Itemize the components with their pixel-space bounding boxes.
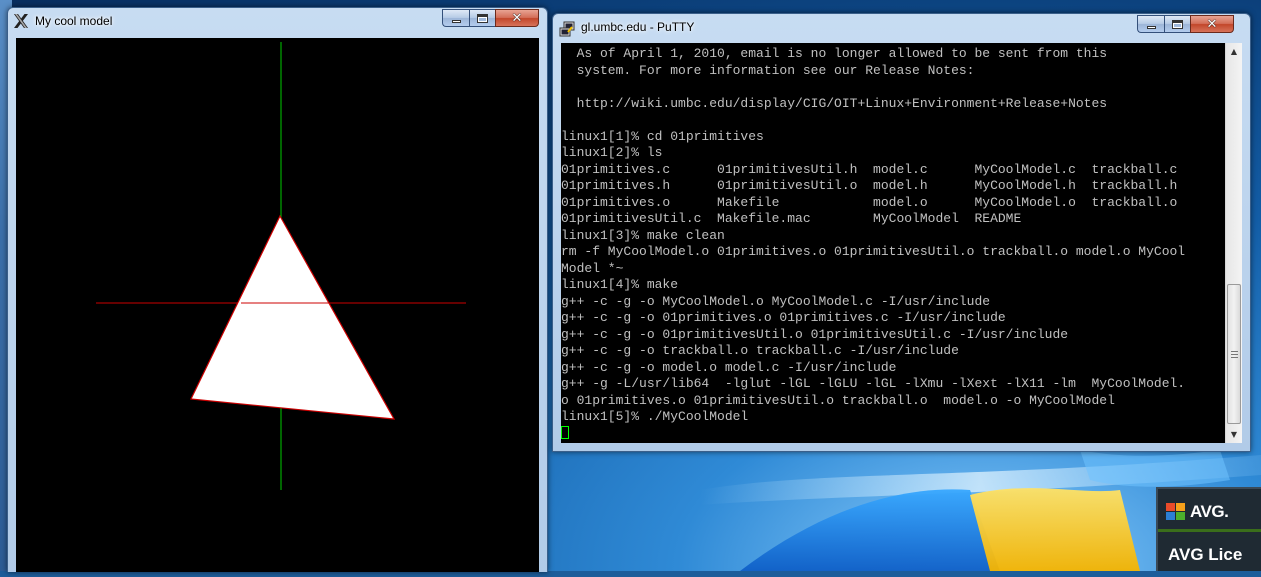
terminal-line: 01primitives.c 01primitivesUtil.h model.… [561, 161, 1178, 177]
gl-maximize-button[interactable] [469, 9, 495, 27]
terminal-line: g++ -c -g -o model.o model.c -I/usr/incl… [561, 359, 897, 375]
terminal-line: system. For more information see our Rel… [561, 62, 975, 78]
close-icon: ✕ [1206, 16, 1218, 32]
putty-titlebar[interactable]: gl.umbc.edu - PuTTY ✕ [553, 14, 1250, 42]
terminal-line: rm -f MyCoolModel.o 01primitives.o 01pri… [561, 244, 1186, 259]
terminal-line: g++ -c -g -o trackball.o trackball.c -I/… [561, 343, 959, 358]
x-window-system-icon [14, 14, 28, 28]
scroll-down-arrow-icon[interactable]: ▼ [1226, 426, 1242, 443]
gl-close-button[interactable]: ✕ [495, 9, 539, 27]
gl-minimize-button[interactable] [442, 9, 469, 27]
terminal-screen[interactable]: As of April 1, 2010, email is no longer … [561, 43, 1225, 443]
terminal-line: linux1[3]% make clean [561, 227, 725, 243]
terminal-line: linux1[2]% ls [561, 145, 663, 160]
terminal-line: 01primitives.h 01primitivesUtil.o model.… [561, 178, 1178, 193]
gl-window-title: My cool model [35, 14, 113, 28]
minimize-icon [451, 19, 461, 23]
gl-window-caption-buttons: ✕ [442, 9, 539, 28]
avg-license-text: AVG Lice [1168, 545, 1243, 564]
terminal-cursor [561, 425, 569, 439]
terminal-line: g++ -g -L/usr/lib64 -lglut -lGL -lGLU -l… [561, 376, 1186, 391]
terminal-line: g++ -c -g -o 01primitivesUtil.o 01primit… [561, 326, 1069, 342]
putty-close-button[interactable]: ✕ [1190, 15, 1234, 33]
white-triangle [190, 214, 396, 420]
maximize-icon [1172, 19, 1183, 29]
scroll-up-arrow-icon[interactable]: ▲ [1226, 43, 1242, 60]
putty-icon [559, 21, 575, 37]
putty-window[interactable]: gl.umbc.edu - PuTTY ✕ As of April 1, 201… [552, 13, 1251, 452]
putty-maximize-button[interactable] [1164, 15, 1190, 33]
gl-window-titlebar[interactable]: My cool model ✕ [8, 8, 547, 36]
avg-brand-label: AVG. [1190, 502, 1229, 521]
terminal-cursor-line [561, 425, 1225, 443]
scrollbar-grip-icon [1231, 351, 1238, 358]
terminal-line: o 01primitives.o 01primitivesUtil.o trac… [561, 392, 1115, 408]
avg-divider [1158, 529, 1261, 532]
terminal-line: 01primitives.o Makefile model.o MyCoolMo… [561, 194, 1178, 210]
terminal-line: http://wiki.umbc.edu/display/CIG/OIT+Lin… [561, 95, 1108, 111]
terminal-line: As of April 1, 2010, email is no longer … [561, 46, 1108, 61]
close-icon: ✕ [511, 10, 523, 26]
putty-minimize-button[interactable] [1137, 15, 1164, 33]
terminal-line: 01primitivesUtil.c Makefile.mac MyCoolMo… [561, 211, 1022, 226]
gl-scene [96, 42, 466, 490]
gl-render-canvas[interactable] [16, 38, 539, 572]
minimize-icon [1146, 25, 1156, 29]
maximize-icon [477, 13, 488, 23]
putty-window-title: gl.umbc.edu - PuTTY [581, 20, 695, 34]
terminal-output: As of April 1, 2010, email is no longer … [561, 46, 1225, 426]
gl-model-window[interactable]: My cool model ✕ [7, 7, 548, 572]
scrollbar-thumb[interactable] [1227, 284, 1241, 424]
terminal-line: linux1[1]% cd 01primitives [561, 128, 764, 144]
terminal-line: linux1[5]% ./MyCoolModel [561, 409, 749, 424]
avg-notification-popup[interactable]: AVG. AVG Lice [1156, 487, 1261, 571]
terminal-scrollbar[interactable]: ▲ ▼ [1225, 43, 1242, 443]
terminal-line: g++ -c -g -o 01primitives.o 01primitives… [561, 310, 1006, 325]
avg-logo-icon [1166, 503, 1185, 520]
terminal-line: linux1[4]% make [561, 277, 679, 292]
terminal-line: Model *~ [561, 260, 624, 276]
terminal-line: g++ -c -g -o MyCoolModel.o MyCoolModel.c… [561, 293, 991, 309]
putty-caption-buttons: ✕ [1137, 15, 1234, 34]
